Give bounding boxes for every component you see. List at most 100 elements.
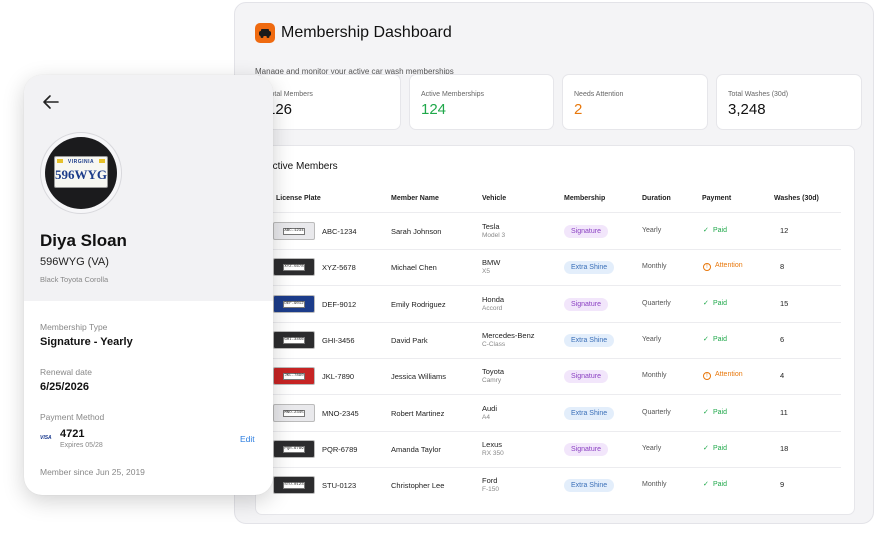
plate-thumbnail: JKL-7890: [273, 367, 315, 386]
card-expiry: Expires 05/28: [60, 442, 103, 449]
alert-circle-icon: !: [703, 263, 711, 272]
column-header-duration[interactable]: Duration: [642, 195, 671, 202]
payment-status-label: Attention: [715, 371, 743, 379]
column-header-vehicle[interactable]: Vehicle: [482, 195, 506, 202]
vehicle-make: Honda: [482, 294, 505, 304]
member-name-cell[interactable]: Michael Chen: [391, 263, 437, 272]
duration-cell: Monthly: [642, 372, 667, 380]
plate-thumbnail: DEF-9012: [273, 294, 315, 313]
check-icon: ✓: [703, 481, 709, 489]
stat-value: 124: [421, 101, 447, 118]
column-header-payment[interactable]: Payment: [702, 195, 731, 202]
vehicle-model: Model 3: [482, 232, 506, 239]
payment-status-label: Paid: [713, 227, 728, 234]
membership-badge: Extra Shine: [564, 406, 615, 420]
column-header-license-plate[interactable]: License Plate: [276, 195, 321, 202]
plate-thumbnail: ABC-1234: [273, 222, 315, 240]
table-row[interactable]: ABC-1234 ABC-1234 Sarah Johnson Tesla Model …: [256, 213, 856, 249]
payment-status: ✓ Paid: [703, 335, 727, 343]
vehicle-make: Lexus: [482, 439, 503, 449]
plate-number: DEF-9012: [322, 299, 357, 309]
membership-badge: Signature: [564, 370, 608, 384]
plate-thumbnail-text: GHI-3456: [283, 336, 305, 344]
vehicle-make: Toyota: [482, 367, 505, 377]
payment-status: ✓ Paid: [703, 408, 727, 416]
duration-cell: Quarterly: [642, 408, 671, 416]
member-name-cell[interactable]: Sarah Johnson: [391, 227, 441, 236]
washes-count: 18: [780, 443, 789, 453]
vehicle-make: BMW: [482, 258, 501, 268]
plate-thumbnail-text: DEF-9012: [283, 300, 305, 308]
payment-status-label: Paid: [713, 408, 728, 416]
washes-count: 11: [780, 407, 788, 417]
payment-status: ✓ Paid: [703, 444, 727, 452]
plate-number: STU-0123: [322, 481, 357, 491]
payment-status-label: Attention: [715, 262, 743, 270]
duration-cell: Yearly: [642, 335, 662, 343]
member-name-cell[interactable]: Robert Martinez: [391, 409, 444, 418]
column-header-membership[interactable]: Membership: [564, 195, 605, 202]
vehicle-make: Ford: [482, 476, 498, 486]
plate-thumbnail: STU-0123: [273, 476, 315, 495]
payment-status-label: Paid: [713, 335, 728, 343]
plate-thumbnail: PQR-6789: [273, 439, 315, 458]
member-name-cell[interactable]: Amanda Taylor: [391, 445, 441, 454]
vehicle-model: F-150: [482, 486, 499, 494]
car-wash-logo-icon: [255, 23, 275, 43]
washes-count: 4: [780, 371, 785, 381]
payment-method-label: Payment Method: [40, 412, 105, 422]
membership-type-value: Signature - Yearly: [40, 336, 133, 348]
plate-thumbnail-text: MNO-2345: [283, 409, 305, 417]
table-row[interactable]: DEF-9012 DEF-9012 Emily Rodriguez Honda Acco…: [256, 286, 856, 322]
table-row[interactable]: JKL-7890 JKL-7890 Jessica Williams Toyota Ca…: [256, 358, 856, 394]
renewal-date-label: Renewal date: [40, 367, 92, 377]
duration-cell: Monthly: [642, 481, 667, 489]
vehicle-make: Tesla: [482, 222, 500, 231]
edit-payment-link[interactable]: Edit: [240, 434, 255, 444]
stat-label: Active Memberships: [421, 91, 485, 98]
vehicle-make: Mercedes-Benz: [482, 330, 535, 340]
member-since: Member since Jun 25, 2019: [40, 467, 145, 477]
plate-thumbnail-text: STU-0123: [283, 482, 305, 490]
stat-label: Total Members: [267, 91, 313, 98]
table-row[interactable]: XYZ-5678 XYZ-5678 Michael Chen BMW X5 Extra S…: [256, 249, 856, 285]
stat-card-total-washes: Total Washes (30d) 3,248: [716, 74, 862, 130]
table-row[interactable]: MNO-2345 MNO-2345 Robert Martinez Audi A4 Ext…: [256, 395, 856, 431]
member-name-cell[interactable]: Christopher Lee: [391, 481, 444, 490]
membership-badge: Signature: [564, 442, 608, 456]
stat-card-total-members: Total Members 126: [255, 74, 401, 130]
stat-card-active-memberships: Active Memberships 124: [409, 74, 554, 130]
member-name: Diya Sloan: [40, 231, 127, 250]
plate-thumbnail-text: JKL-7890: [283, 373, 305, 381]
washes-count: 9: [780, 480, 785, 490]
membership-badge: Extra Shine: [564, 261, 615, 275]
arrow-left-icon[interactable]: [40, 91, 62, 113]
stat-card-needs-attention: Needs Attention 2: [562, 74, 708, 130]
column-header-washes[interactable]: Washes (30d): [774, 195, 819, 202]
payment-status-label: Paid: [713, 481, 728, 489]
license-plate-photo: VIRGINIA 596WYG: [40, 132, 122, 214]
payment-status: ! Attention: [703, 371, 743, 381]
plate-thumbnail-text: XYZ-5678: [283, 264, 305, 272]
table-row[interactable]: PQR-6789 PQR-6789 Amanda Taylor Lexus RX 350…: [256, 431, 856, 467]
plate-thumbnail-text: PQR-6789: [283, 445, 305, 453]
member-name-cell[interactable]: Emily Rodriguez: [391, 300, 446, 309]
check-icon: ✓: [703, 299, 709, 307]
vehicle-make: Audi: [482, 403, 498, 413]
membership-badge: Extra Shine: [564, 333, 615, 347]
member-name-cell[interactable]: David Park: [391, 336, 428, 345]
member-name-cell[interactable]: Jessica Williams: [391, 372, 446, 381]
duration-cell: Yearly: [642, 444, 662, 452]
plate-number: PQR-6789: [322, 444, 358, 454]
washes-count: 15: [780, 298, 789, 308]
column-header-member-name[interactable]: Member Name: [391, 195, 439, 202]
membership-badge: Signature: [564, 297, 608, 311]
table-row[interactable]: STU-0123 STU-0123 Christopher Lee Ford F-150…: [256, 467, 856, 503]
washes-count: 12: [780, 226, 789, 235]
stat-value: 2: [574, 101, 583, 118]
payment-status: ✓ Paid: [703, 299, 727, 307]
membership-badge: Extra Shine: [564, 479, 615, 493]
table-row[interactable]: GHI-3456 GHI-3456 David Park Mercedes-Benz C…: [256, 322, 856, 358]
vehicle-model: Camry: [482, 377, 502, 385]
license-state: VIRGINIA: [67, 159, 95, 165]
